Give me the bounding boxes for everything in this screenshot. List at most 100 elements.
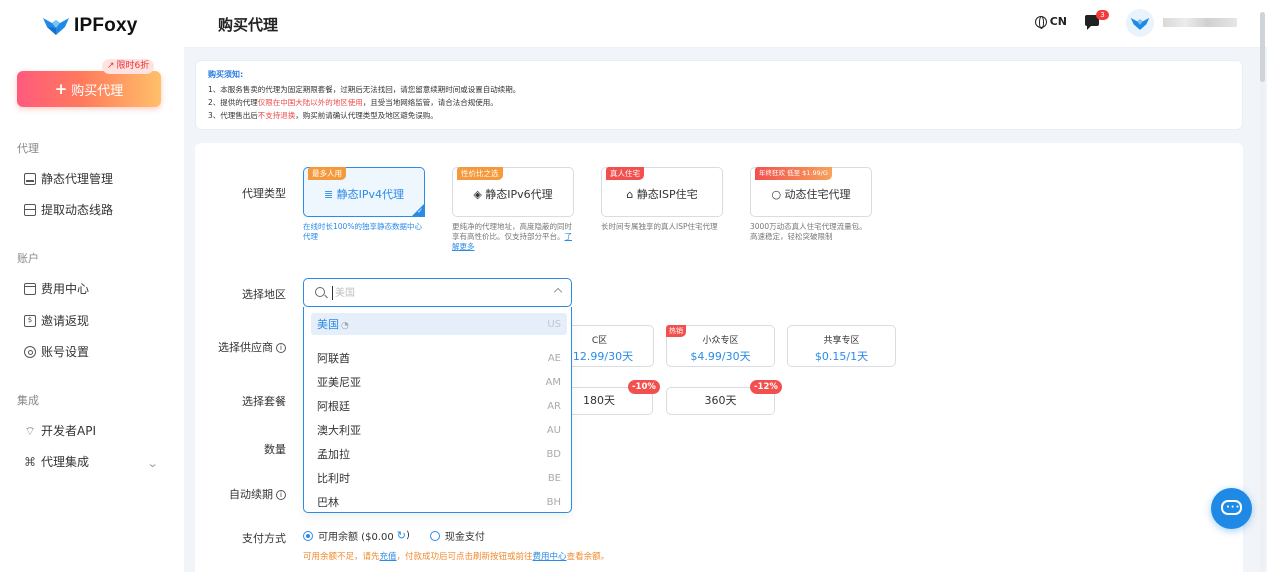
buy-proxy-label: 购买代理 [71,83,124,99]
notice-line-2: 2、提供的代理仅限在中国大陆以外的地区使用，且受当地网络监管，请合法合规使用。 [208,96,1230,109]
region-option[interactable]: 美国 ◔ US [311,313,567,335]
notice-line-3: 3、代理售出后不支持退换，购买前请确认代理类型及地区避免误购。 [208,109,1230,122]
region-search-select[interactable] [303,278,572,307]
auto-renew-label-text: 自动续期 [229,488,273,501]
cash-option-label: 现金支付 [444,532,485,543]
billing-center-link[interactable]: 费用中心 [533,552,567,562]
region-option-code: US [547,318,561,330]
region-option[interactable]: 澳大利亚 AU [311,419,567,441]
sidebar-item-label: 提取动态线路 [41,203,114,217]
page-scrollbar[interactable] [1260,12,1265,572]
hot-badge: 热销 [666,325,686,337]
balance-radio[interactable] [303,530,313,541]
supplier-card-niche[interactable]: 热销 小众专区 $4.99/30天 [666,325,775,367]
region-name-text: 美国 [317,318,339,331]
pin-icon: ◔ [341,321,349,331]
balance-close: ) [405,530,410,541]
note-text: ，付款成功后可点击刷新按钮或前往 [396,552,533,562]
region-option-code: BE [547,472,561,484]
plan-label: 选择套餐 [242,395,286,408]
language-label: CN [1049,15,1067,28]
message-count-badge: 3 [1096,10,1109,20]
proxy-type-static-isp[interactable]: 真人住宅 ⌂ 静态ISP住宅 [601,167,723,217]
region-option-code: BH [546,496,561,508]
list-icon: ≣ [323,188,337,201]
cash-radio[interactable] [429,530,440,541]
nav-section-integration: 集成 [17,394,39,407]
plus-icon: + [54,80,68,98]
supplier-card-shared[interactable]: 共享专区 $0.15/1天 [787,325,896,367]
payment-note: 可用余额不足，请先充值，付款成功后可点击刷新按钮或前往费用中心查看余额。 [303,550,609,562]
sidebar-item-label: 代理集成 [41,455,90,469]
sidebar-item-developer-api[interactable]: ⌔ 开发者API [24,422,96,439]
proxy-type-name-text: 静态ISP住宅 [636,188,698,201]
sidebar-item-static-proxy[interactable]: 静态代理管理 [24,170,113,187]
chevron-up-icon[interactable] [553,287,563,297]
chevron-down-icon[interactable]: ⌄ [147,457,159,470]
proxy-type-name-text: 静态IPv4代理 [336,188,405,201]
auto-renew-label: 自动续期 i [210,486,286,502]
notice-line-1: 1、本服务售卖的代理为固定期限套餐，过期后无法找回，请您留意续期时间或设置自动续… [208,85,521,94]
check-icon: ✓ [417,207,423,215]
info-icon[interactable]: i [276,490,286,500]
region-option[interactable]: 孟加拉 BD [311,443,567,465]
dollar-icon: $ [24,314,36,327]
scrollbar-thumb[interactable] [1260,12,1265,82]
brand-logo[interactable]: IPFoxy [42,14,138,38]
payment-options: 可用余额 ($0.00 ↻ ) 现金支付 [303,528,485,543]
region-option-name: 阿根廷 [317,400,350,413]
proxy-type-tag: 年终狂欢 低至 $1.99/G [755,167,832,180]
proxy-type-name: ○ 动态住宅代理 [751,186,871,202]
quantity-label: 数量 [264,443,286,456]
proxy-type-static-ipv4[interactable]: 最多人用 ≣ 静态IPv4代理 ✓ [303,167,425,217]
sidebar-item-referral[interactable]: $ 邀请返现 [24,312,89,329]
region-option-name: 亚美尼亚 [317,376,361,389]
server-icon [24,203,36,216]
region-option[interactable]: 比利时 BE [311,467,567,489]
sidebar-item-account-settings[interactable]: 账号设置 [24,343,89,360]
buy-proxy-button[interactable]: + 购买代理 [17,71,161,107]
notice-text: ，购买前请确认代理类型及地区避免误购。 [295,111,438,120]
region-label: 选择地区 [242,288,286,301]
notice-text: 2、提供的代理 [208,98,258,107]
chat-dots-icon: ··· [1226,502,1241,513]
recharge-link[interactable]: 充值 [380,552,397,562]
proxy-type-name: ≣ 静态IPv4代理 [304,186,424,202]
region-option[interactable]: 阿联酋 AE [311,347,567,369]
proxy-type-desc: 3000万动态真人住宅代理流量包。高速稳定，轻松突破限制 [750,222,867,241]
username-redacted[interactable] [1163,18,1237,27]
plan-name: 360天 [704,394,737,407]
refresh-icon[interactable]: ↻ [397,529,406,542]
region-option-name: 美国 ◔ [317,316,349,332]
fox-logo-icon [43,18,69,35]
monitor-icon [24,172,36,185]
brand-name: IPFoxy [74,15,138,36]
sidebar-item-billing[interactable]: 费用中心 [24,280,89,297]
info-icon[interactable]: i [276,343,286,353]
proxy-type-name: ⌂ 静态ISP住宅 [602,186,722,202]
purchase-notice: 购买须知: 1、本服务售卖的代理为固定期限套餐，过期后无法找回，请您留意续期时间… [195,60,1243,130]
notice-text: 3、代理售出后 [208,111,258,120]
proxy-type-name-text: 静态IPv6代理 [485,188,553,201]
proxy-type-desc: 更纯净的代理地址，高度隐蔽的同时享有高性价比。仅支持部分平台。了解更多 [452,222,576,252]
avatar[interactable] [1126,9,1154,37]
sidebar-item-dynamic-lines[interactable]: 提取动态线路 [24,201,113,218]
proxy-type-dynamic-residential[interactable]: 年终狂欢 低至 $1.99/G ○ 动态住宅代理 [750,167,872,217]
language-switcher[interactable]: CN [1034,15,1067,29]
supplier-price: $0.15/1天 [814,350,869,363]
proxy-type-static-ipv6[interactable]: 性价比之选 ◈ 静态IPv6代理 [452,167,574,217]
notice-text: ，且受当地网络监管，请合法合规使用。 [362,98,498,107]
sidebar-item-label: 账号设置 [41,345,90,359]
sidebar-item-label: 静态代理管理 [41,172,114,186]
discount-badge: -10% [628,380,660,394]
sidebar-item-proxy-integration[interactable]: ⌘ 代理集成 [24,453,89,470]
region-option[interactable]: 亚美尼亚 AM [311,371,567,393]
region-option[interactable]: 阿根廷 AR [311,395,567,417]
region-dropdown: 美国 ◔ US 阿联酋 AE 亚美尼亚 AM 阿根廷 AR 澳大利亚 AU 孟加拉… [303,307,572,513]
promo-badge-text: 限时6折 [116,61,150,71]
chat-support-button[interactable]: ··· [1211,488,1252,529]
region-search-input[interactable] [335,285,535,301]
region-option-code: BD [546,448,561,460]
region-option-name: 巴林 [317,496,339,509]
region-option[interactable]: 巴林 BH [311,491,567,512]
